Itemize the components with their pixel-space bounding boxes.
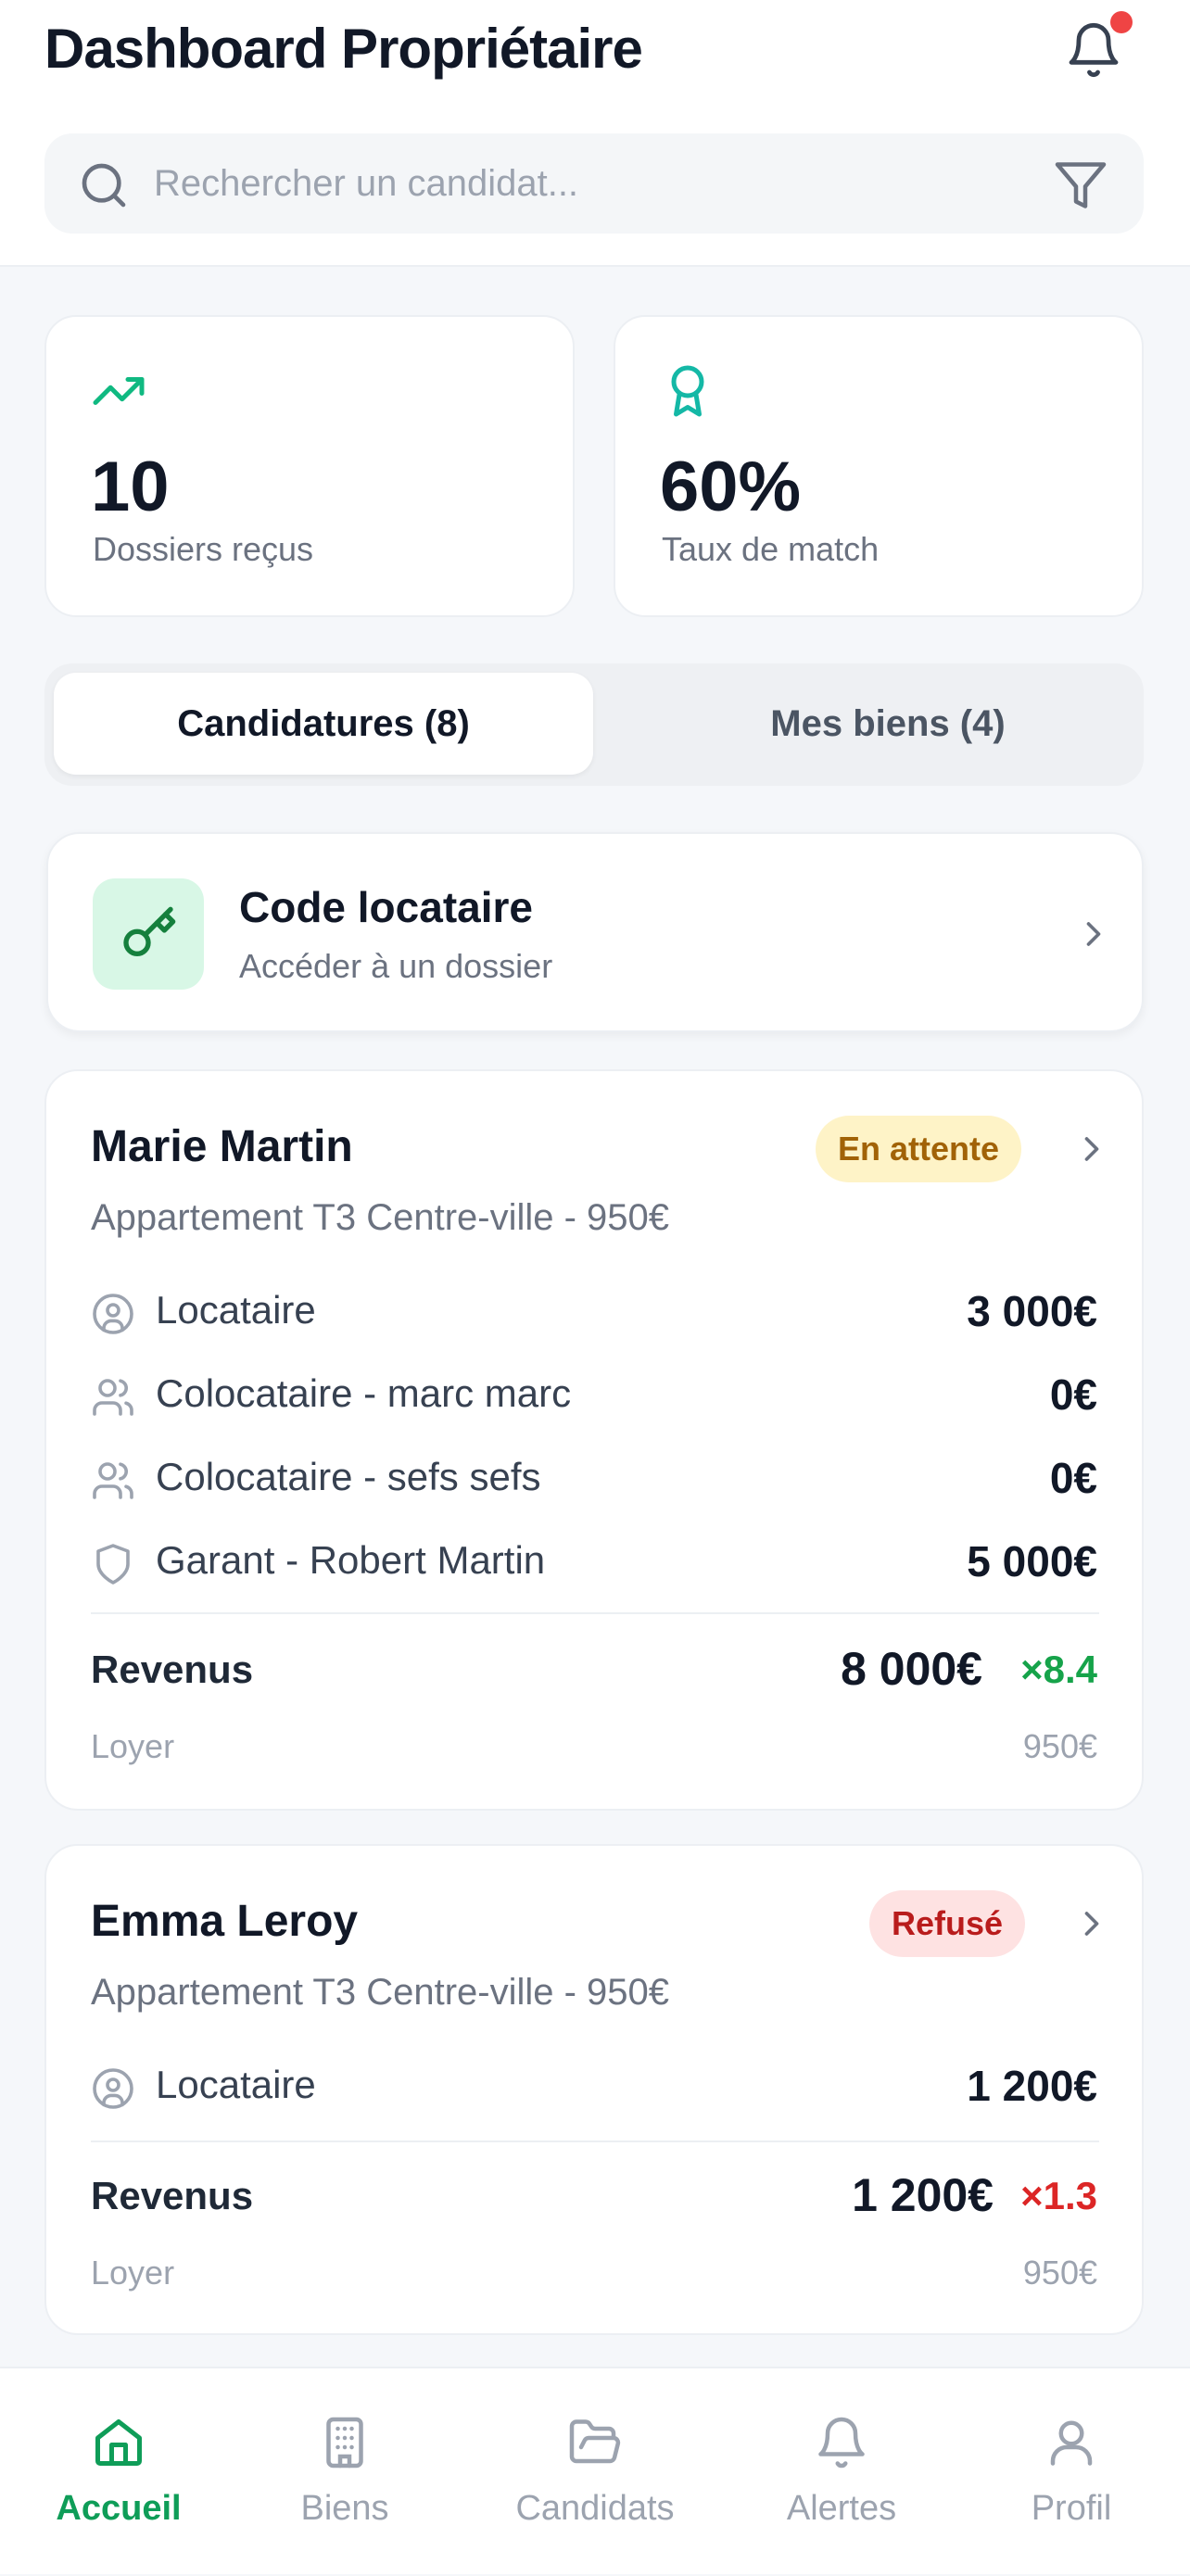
user-circle-icon [93,2068,133,2109]
bell-icon [818,2417,865,2469]
nav-label: Alertes [786,2489,897,2528]
income-row-label: Colocataire - sefs sefs [156,1455,541,1498]
loyer-label: Loyer [91,1727,175,1765]
key-icon [123,906,176,956]
nav-item-alertes[interactable]: Alertes [723,2368,960,2576]
user-circle-icon [93,1294,133,1334]
stat-card-match: 60% Taux de match [614,315,1144,617]
tab-candidatures[interactable]: Candidatures (8) [54,673,593,775]
code-card-title: Code locataire [239,883,533,931]
divider [91,1612,1099,1614]
status-badge: En attente [816,1116,1022,1182]
search-icon [82,163,126,208]
income-row-amount: 5 000€ [967,1537,1097,1585]
building-icon [326,2417,363,2469]
income-row-amount: 0€ [1049,1454,1097,1502]
nav-item-accueil[interactable]: Accueil [0,2368,237,2576]
code-card-subtitle: Accéder à un dossier [239,947,553,985]
stat-value: 60% [660,448,802,526]
status-badge: Refusé [869,1890,1026,1957]
revenus-total: 8 000€ [841,1643,982,1695]
shield-icon [96,1544,130,1585]
stat-card-dossiers: 10 Dossiers reçus [44,315,575,617]
rent-ratio: ×1.3 [1020,2174,1097,2217]
income-row-amount: 0€ [1049,1370,1097,1419]
tab-mes-biens[interactable]: Mes biens (4) [638,673,1138,775]
candidate-card-emma-leroy[interactable]: Emma Leroy Refusé Appartement T3 Centre-… [44,1844,1144,2335]
app-header: Dashboard Propriétaire [0,0,1190,267]
nav-label: Biens [300,2489,389,2528]
rent-ratio: ×8.4 [1020,1648,1097,1691]
tab-bar: Candidatures (8) Mes biens (4) [44,663,1144,786]
property-label: Appartement T3 Centre-ville - 950€ [91,1197,670,1238]
page-title: Dashboard Propriétaire [44,18,643,80]
revenus-total: 1 200€ [852,2169,994,2221]
users-icon [93,1379,133,1416]
nav-label: Accueil [56,2489,182,2528]
code-locataire-card[interactable]: Code locataire Accéder à un dossier [46,832,1144,1032]
user-icon [1050,2420,1093,2466]
search-bar[interactable] [44,133,1144,234]
key-icon-box [93,878,204,990]
users-icon [93,1462,133,1499]
nav-item-biens[interactable]: Biens [226,2368,463,2576]
chevron-right-icon[interactable] [1071,1129,1112,1169]
filter-icon[interactable] [1053,158,1108,213]
revenus-label: Revenus [91,2174,254,2217]
bottom-nav: Accueil Biens Candidats Alertes Profil [0,2367,1190,2574]
nav-item-candidats[interactable]: Candidats [476,2368,714,2576]
loyer-value: 950€ [1022,1727,1097,1765]
property-label: Appartement T3 Centre-ville - 950€ [91,1972,670,2013]
nav-label: Profil [1031,2489,1112,2528]
income-row-label: Locataire [156,1288,316,1332]
income-row-label: Garant - Robert Martin [156,1538,546,1582]
loyer-label: Loyer [91,2254,175,2292]
trending-up-icon [93,377,145,405]
chevron-right-icon[interactable] [1071,1903,1112,1944]
candidate-name: Marie Martin [91,1122,353,1171]
candidate-name: Emma Leroy [91,1897,359,1946]
nav-label: Candidats [515,2489,675,2528]
home-icon [95,2419,142,2466]
revenus-label: Revenus [91,1648,254,1691]
folder-open-icon [569,2419,621,2464]
divider [91,2140,1099,2142]
chevron-right-icon [1086,922,1101,946]
income-row-amount: 1 200€ [967,2062,1097,2110]
loyer-value: 950€ [1022,2254,1097,2292]
stat-label: Taux de match [662,530,880,568]
stat-value: 10 [91,448,170,526]
nav-item-profil[interactable]: Profil [953,2368,1190,2576]
income-row-amount: 3 000€ [967,1287,1097,1335]
income-row-label: Locataire [156,2063,316,2106]
search-input[interactable] [154,156,988,211]
candidate-card-marie-martin[interactable]: Marie Martin En attente Appartement T3 C… [44,1069,1144,1811]
income-row-label: Colocataire - marc marc [156,1371,572,1415]
notification-dot [1110,11,1133,33]
award-icon [671,365,704,417]
stat-label: Dossiers reçus [93,530,314,568]
